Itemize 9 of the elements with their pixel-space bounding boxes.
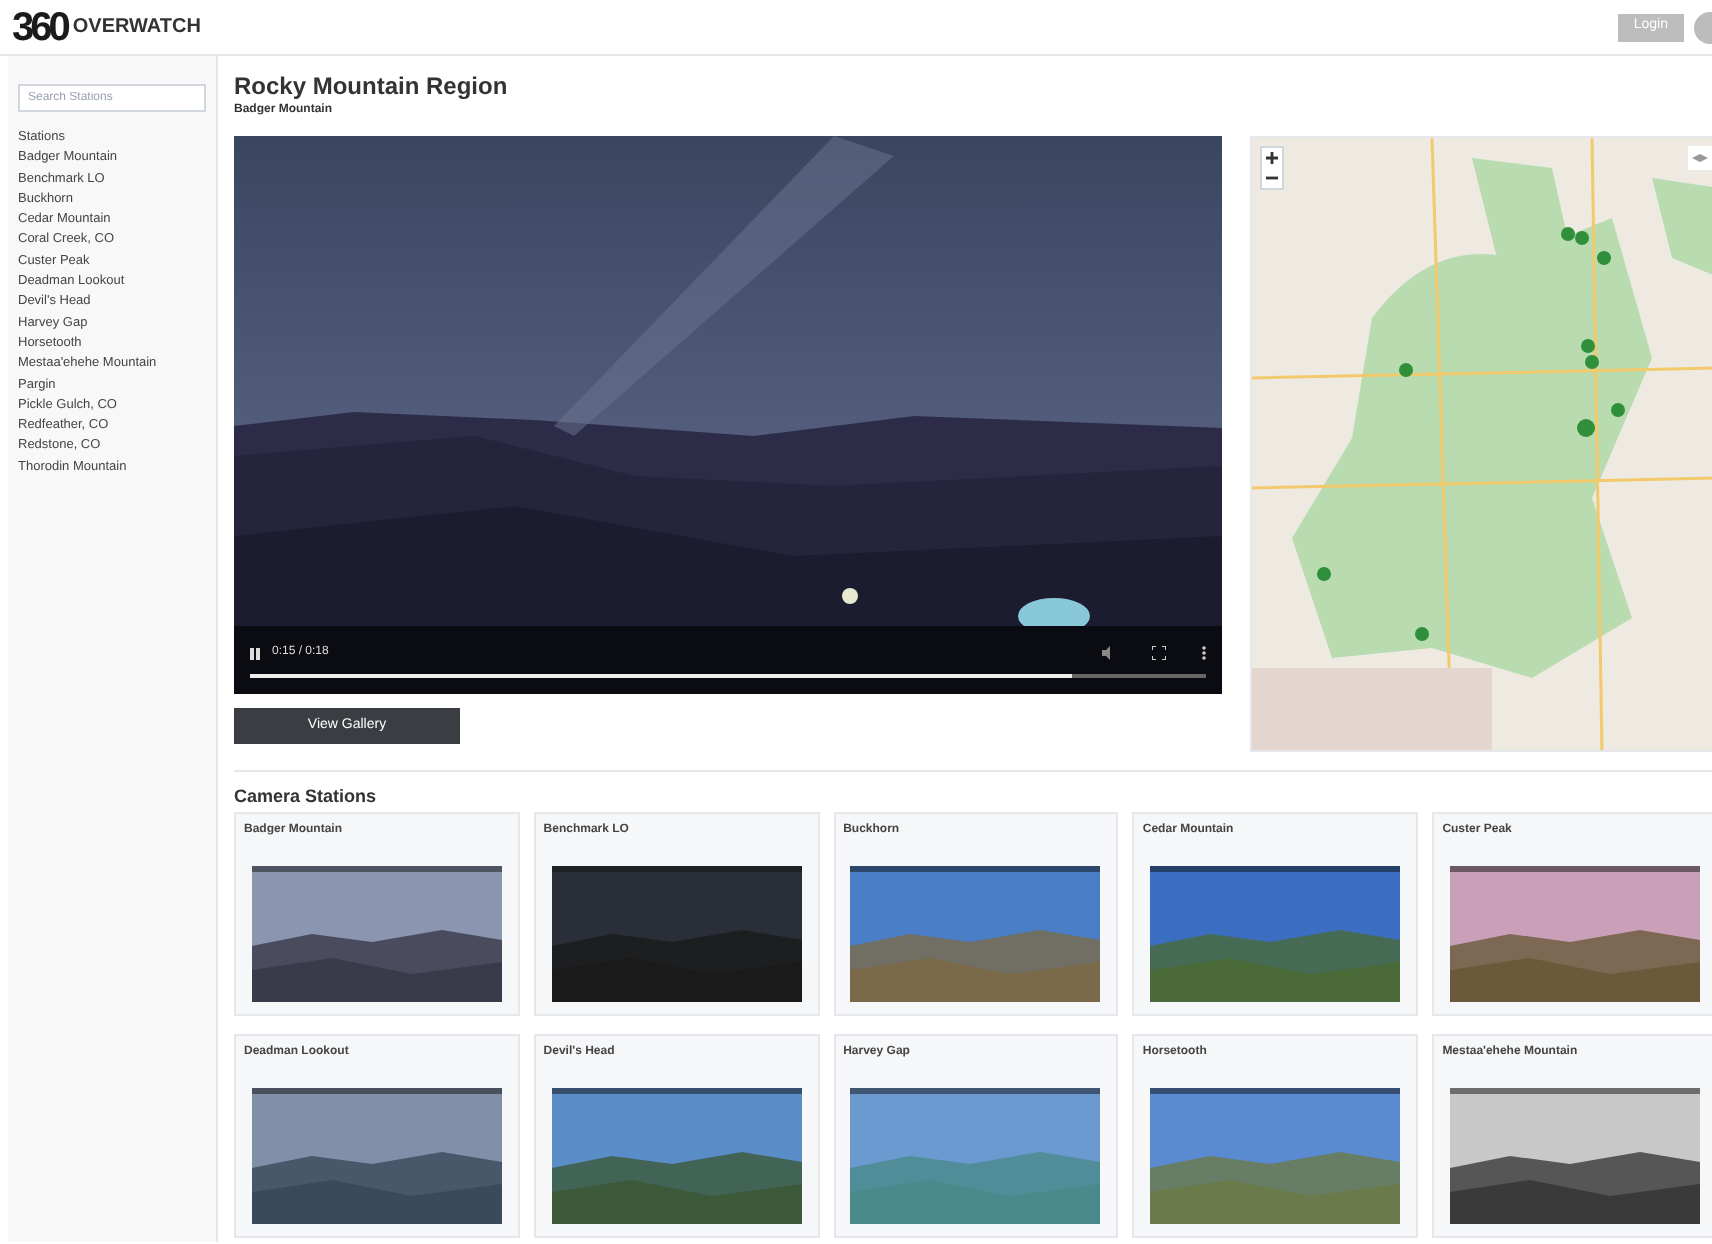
logo-text: OVERWATCH — [72, 17, 201, 37]
section-title: Camera Stations — [234, 784, 379, 808]
fullscreen-icon[interactable] — [1152, 646, 1166, 660]
logo-mark: 360 — [12, 7, 67, 47]
region-title: Rocky Mountain Region — [234, 72, 510, 100]
layers-icon[interactable] — [1688, 146, 1712, 170]
zoom-in-icon[interactable] — [1262, 148, 1282, 168]
pause-icon[interactable] — [250, 647, 260, 659]
volume-icon[interactable] — [1102, 646, 1116, 660]
